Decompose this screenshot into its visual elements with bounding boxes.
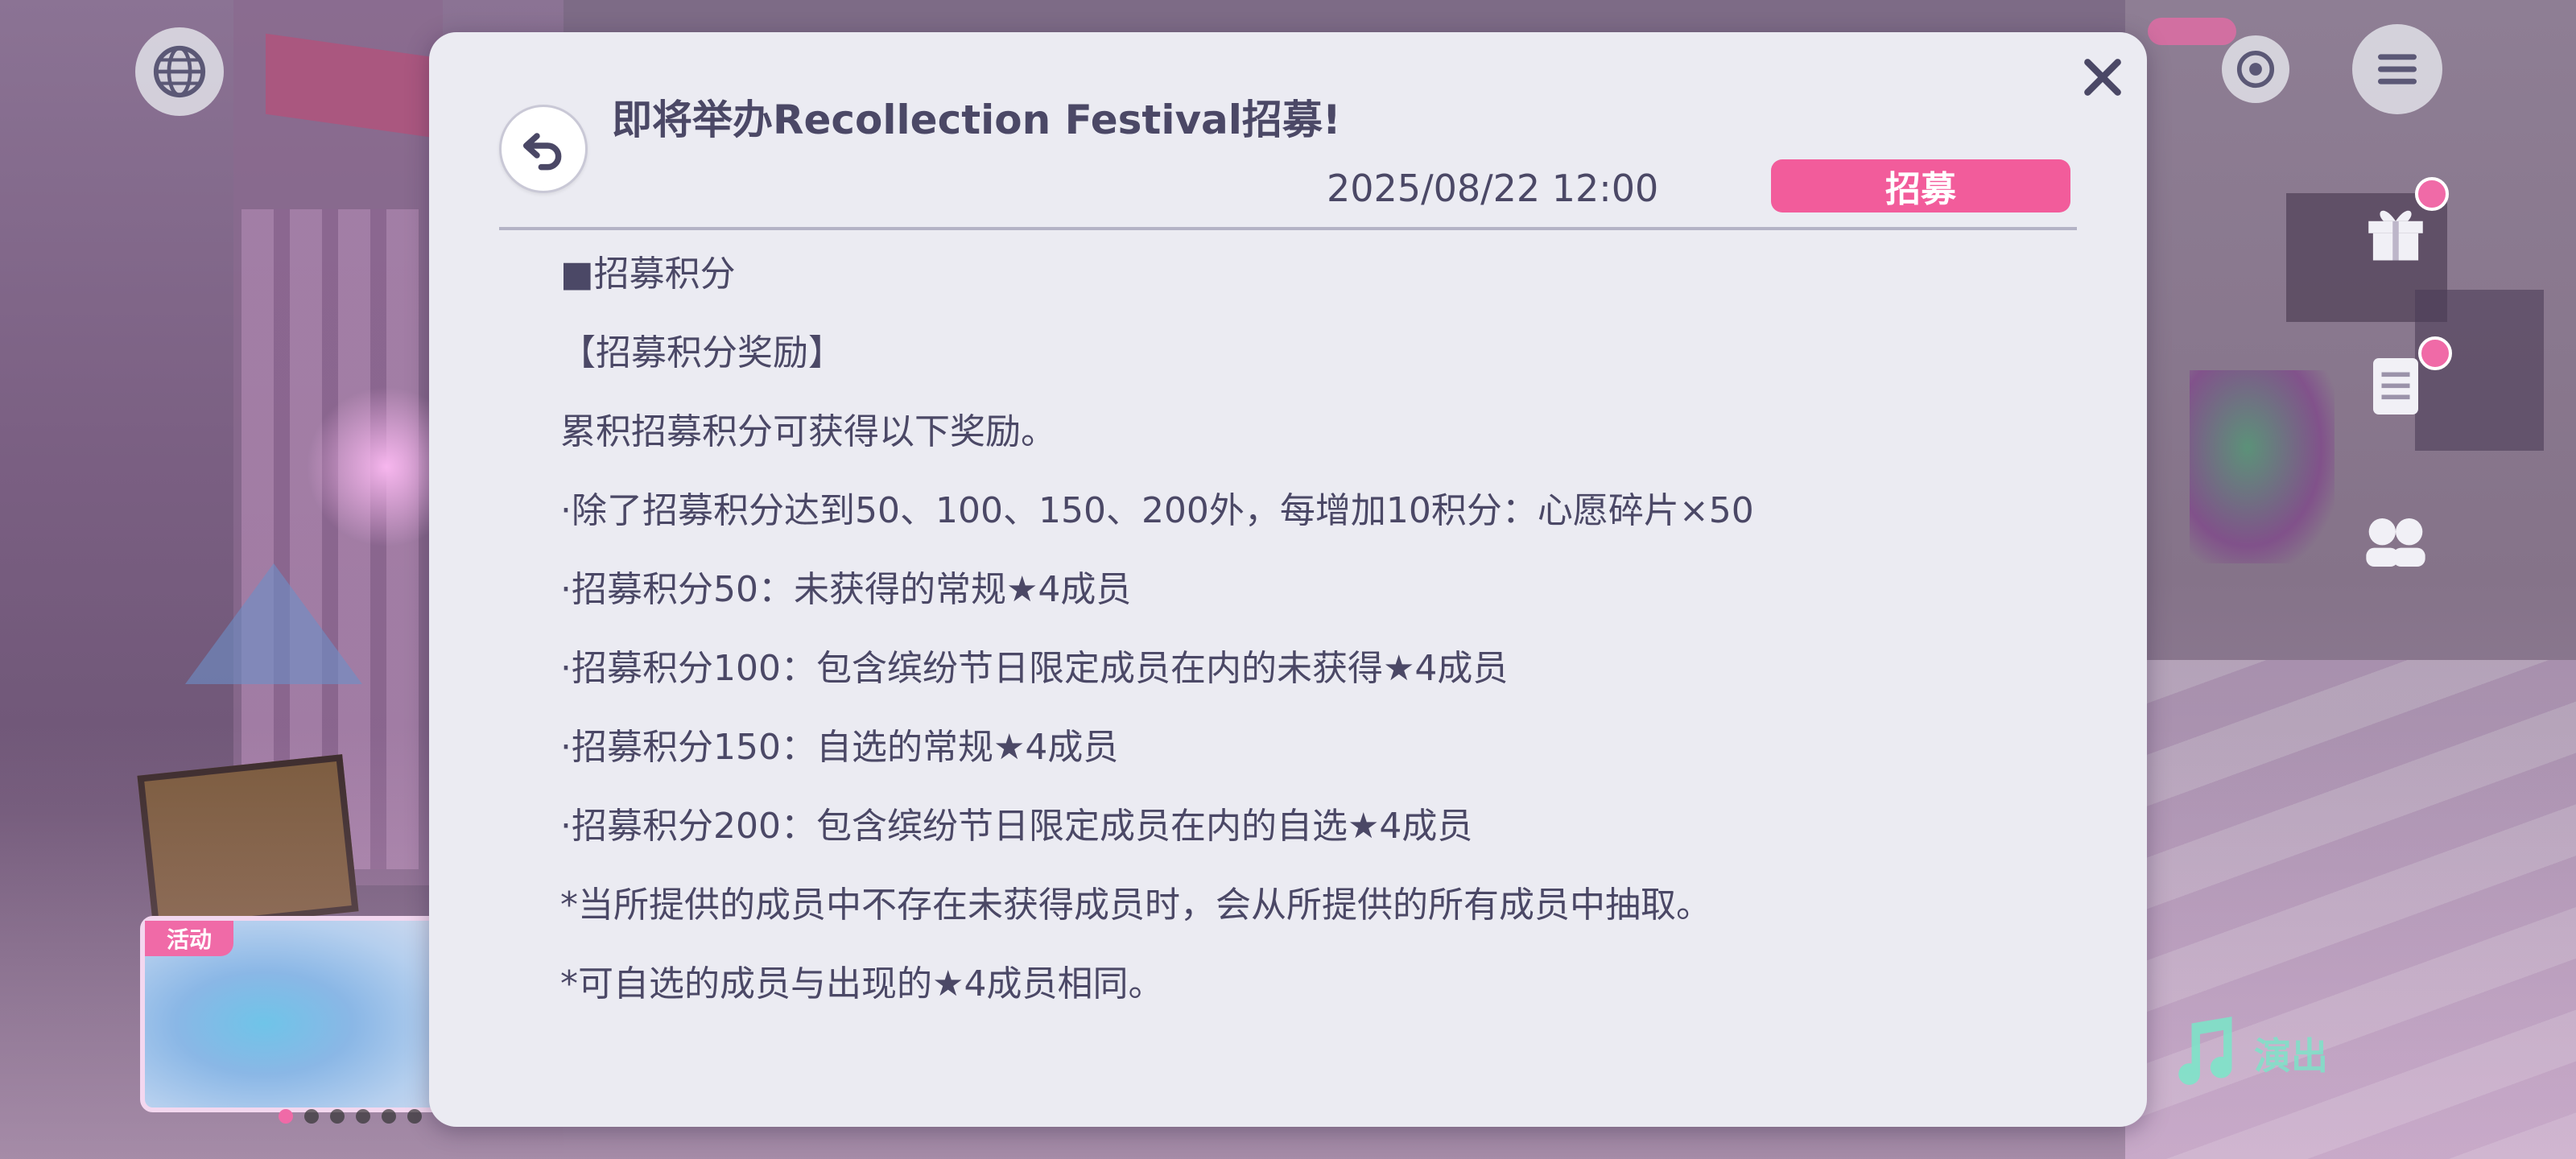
body-list-item: ·招募积分200：包含缤纷节日限定成员在内的自选★4成员 xyxy=(560,806,1473,847)
close-button[interactable] xyxy=(2072,47,2133,108)
body-note: *可自选的成员与出现的★4成员相同。 xyxy=(560,963,1164,1004)
news-title: 即将举办Recollection Festival招募! xyxy=(612,97,1341,143)
main-menu-button[interactable] xyxy=(2352,24,2442,114)
event-banner[interactable]: 活动 xyxy=(140,916,448,1112)
body-list-item: ·招募积分150：自选的常规★4成员 xyxy=(560,727,1119,768)
mission-list-button[interactable] xyxy=(2355,336,2452,427)
pagination-dot[interactable] xyxy=(330,1109,345,1124)
banner-pagination xyxy=(279,1109,422,1124)
notification-dot xyxy=(2418,336,2452,370)
back-button[interactable] xyxy=(499,105,588,193)
pagination-dot[interactable] xyxy=(382,1109,396,1124)
body-subheading: 【招募积分奖励】 xyxy=(560,332,844,373)
pagination-dot[interactable] xyxy=(356,1109,370,1124)
event-tag: 活动 xyxy=(145,921,233,956)
hamburger-menu-icon xyxy=(2378,54,2417,85)
target-icon xyxy=(2236,50,2275,89)
language-button[interactable] xyxy=(135,27,224,116)
pagination-dot[interactable] xyxy=(304,1109,319,1124)
news-body[interactable]: ■招募积分 【招募积分奖励】 累积招募积分可获得以下奖励。 ·除了招募积分达到5… xyxy=(560,235,2090,1024)
music-note-icon xyxy=(2178,1017,2232,1085)
body-list-item: ·招募积分100：包含缤纷节日限定成员在内的未获得★4成员 xyxy=(560,648,1509,689)
friends-button[interactable] xyxy=(2355,502,2436,583)
target-button[interactable] xyxy=(2222,35,2289,103)
news-date: 2025/08/22 12:00 xyxy=(1327,167,1659,210)
live-show-button[interactable]: 演出 xyxy=(2157,1001,2359,1106)
header-divider xyxy=(499,227,2077,230)
status-badge xyxy=(2148,18,2236,45)
body-section-heading: ■招募积分 xyxy=(560,254,736,295)
notification-dot xyxy=(2415,177,2449,211)
globe-icon xyxy=(153,45,206,98)
category-badge: 招募 xyxy=(1771,159,2070,212)
pagination-dot[interactable] xyxy=(279,1109,293,1124)
back-arrow-icon xyxy=(522,133,562,171)
live-label: 演出 xyxy=(2254,1034,2328,1078)
people-icon xyxy=(2366,518,2425,567)
close-icon xyxy=(2084,59,2121,96)
body-paragraph: 累积招募积分可获得以下奖励。 xyxy=(560,411,1056,452)
background-graffiti xyxy=(2190,370,2334,563)
pagination-dot[interactable] xyxy=(407,1109,422,1124)
background-decoration xyxy=(185,563,362,684)
present-box-button[interactable] xyxy=(2355,177,2449,270)
body-note: *当所提供的成员中不存在未获得成员时，会从所提供的所有成员中抽取。 xyxy=(560,885,1711,926)
body-list-item: ·招募积分50：未获得的常规★4成员 xyxy=(560,569,1132,610)
body-list-item: ·除了招募积分达到50、100、150、200外，每增加10积分：心愿碎片×50 xyxy=(560,490,1754,531)
